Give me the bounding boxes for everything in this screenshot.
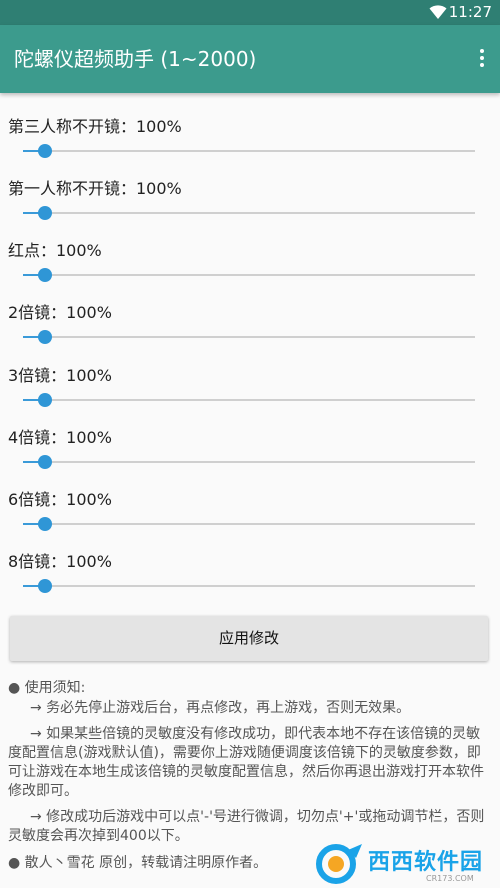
- watermark-logo: 西西软件园 CR173.COM: [308, 842, 498, 886]
- slider-row-6x: 6倍镜：100%: [0, 489, 500, 551]
- slider-label: 红点：100%: [8, 241, 102, 260]
- notes-item: → 务必先停止游戏后台，再点修改，再上游戏，否则无效果。: [30, 700, 411, 716]
- status-bar: 11:27: [0, 0, 500, 25]
- slider-track[interactable]: [23, 206, 475, 220]
- slider-thumb[interactable]: [37, 393, 52, 407]
- watermark-swirl-icon: [316, 844, 362, 884]
- slider-label: 6倍镜：100%: [8, 490, 112, 509]
- notes-item: → 如果某些倍镜的灵敏度没有修改成功，即代表本地不存在该倍镜的灵敏度配置信息(游…: [8, 726, 484, 799]
- app-bar: 陀螺仪超频助手 (1~2000): [0, 25, 500, 93]
- slider-row-8x: 8倍镜：100%: [0, 551, 500, 613]
- app-title: 陀螺仪超频助手 (1~2000): [14, 47, 257, 71]
- slider-label: 4倍镜：100%: [8, 428, 112, 447]
- slider-track[interactable]: [23, 268, 475, 282]
- slider-row-4x: 4倍镜：100%: [0, 427, 500, 489]
- apply-button[interactable]: 应用修改: [10, 616, 488, 661]
- slider-thumb[interactable]: [37, 579, 52, 593]
- status-time: 11:27: [448, 3, 492, 21]
- slider-track[interactable]: [23, 144, 475, 158]
- slider-thumb[interactable]: [37, 268, 52, 282]
- wifi-icon: [429, 5, 447, 19]
- slider-label: 2倍镜：100%: [8, 303, 112, 322]
- slider-track[interactable]: [23, 517, 475, 531]
- slider-label: 第一人称不开镜：100%: [8, 179, 182, 198]
- more-vert-icon[interactable]: [478, 49, 486, 71]
- slider-label: 3倍镜：100%: [8, 366, 112, 385]
- slider-label: 第三人称不开镜：100%: [8, 117, 182, 136]
- notes-item: → 修改成功后游戏中可以点'-'号进行微调，切勿点'+'或拖动调节栏，否则灵敏度…: [8, 809, 485, 844]
- watermark-text: 西西软件园: [368, 850, 484, 875]
- slider-thumb[interactable]: [37, 455, 52, 469]
- slider-thumb[interactable]: [37, 206, 52, 220]
- slider-track[interactable]: [23, 330, 475, 344]
- slider-row-third-person: 第三人称不开镜：100%: [0, 116, 500, 178]
- slider-row-3x: 3倍镜：100%: [0, 365, 500, 427]
- slider-thumb[interactable]: [37, 517, 52, 531]
- slider-row-2x: 2倍镜：100%: [0, 302, 500, 364]
- slider-thumb[interactable]: [37, 330, 52, 344]
- slider-row-red-dot: 红点：100%: [0, 240, 500, 302]
- slider-thumb[interactable]: [37, 144, 52, 158]
- slider-label: 8倍镜：100%: [8, 552, 112, 571]
- slider-track[interactable]: [23, 455, 475, 469]
- slider-row-first-person: 第一人称不开镜：100%: [0, 178, 500, 240]
- slider-track[interactable]: [23, 579, 475, 593]
- notes-heading: ● 使用须知:: [8, 680, 86, 696]
- watermark-subtext: CR173.COM: [426, 874, 474, 883]
- slider-track[interactable]: [23, 393, 475, 407]
